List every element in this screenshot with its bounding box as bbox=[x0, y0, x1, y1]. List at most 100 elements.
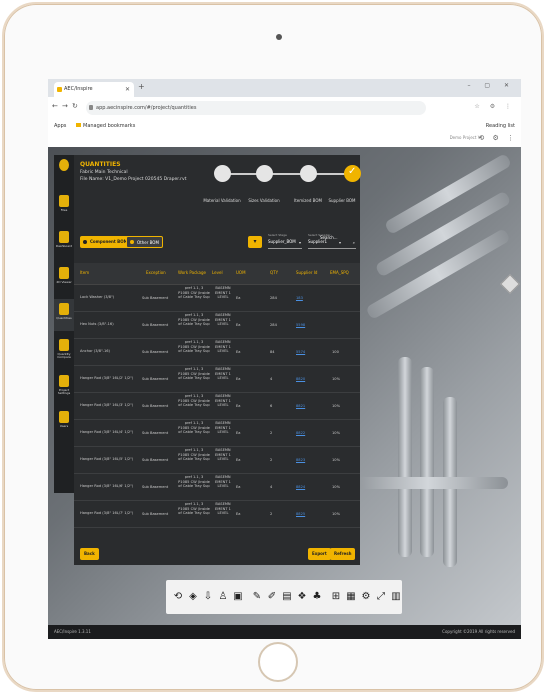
fullscreen-icon[interactable]: ⤢ bbox=[375, 590, 387, 604]
col-qty[interactable]: QTY bbox=[270, 270, 278, 275]
refresh-button[interactable]: Refresh bbox=[330, 548, 356, 560]
camera-icon[interactable]: ▣ bbox=[232, 590, 244, 604]
url-field[interactable]: app.aecinspire.com/#/project/quantities bbox=[86, 101, 426, 115]
cell-qty: 4 bbox=[270, 485, 273, 489]
cell-supplier[interactable]: 8821 bbox=[296, 404, 305, 409]
bookmark-apps[interactable]: Apps bbox=[54, 119, 66, 133]
col-work-package[interactable]: Work Package bbox=[178, 270, 206, 275]
cell-supplier[interactable]: 8824 bbox=[296, 485, 305, 490]
sidebar-item-quantity-compare[interactable]: Quantity Compare bbox=[54, 335, 74, 367]
walk-icon[interactable]: ⇩ bbox=[202, 590, 214, 604]
table-row[interactable]: Hanger Rod (3/8" 16L/7' 1/2") Sub Basemen… bbox=[74, 501, 360, 528]
cell-line: LEVEL bbox=[217, 322, 229, 326]
table-row[interactable]: Hanger Rod (3/8" 16L/6' 1/2") Sub Basemen… bbox=[74, 474, 360, 501]
step-supplier-bom[interactable] bbox=[344, 165, 361, 182]
cell-supplier[interactable]: 8822 bbox=[296, 431, 305, 436]
cell-supplier[interactable]: 5574 bbox=[296, 350, 305, 355]
cell-uom: Ea bbox=[236, 431, 241, 435]
forward-icon[interactable]: → bbox=[62, 102, 68, 110]
bookmark-managed[interactable]: Managed bookmarks bbox=[76, 119, 135, 133]
cell-item: Hex Nuts (3/8"-16) bbox=[80, 322, 114, 326]
sidebar-item-files[interactable]: Files bbox=[54, 191, 74, 223]
sidebar-item-dashboard[interactable]: Dashboard bbox=[54, 227, 74, 259]
cell-item: Hanger Rod (3/8" 16L/6' 1/2") bbox=[80, 484, 134, 488]
table-row[interactable]: Hex Nuts (3/8"-16) Sub Basement Ea 284 5598 p… bbox=[74, 312, 360, 339]
home-button[interactable] bbox=[258, 642, 298, 682]
cell-level: BASEMN EMENT 1 LEVEL bbox=[212, 475, 234, 489]
filter-icon[interactable]: ▾ bbox=[248, 236, 262, 248]
cell-exception: Sub Basement bbox=[142, 485, 169, 489]
tree-icon[interactable]: ♣ bbox=[311, 590, 323, 604]
cell-uom: Ea bbox=[236, 458, 241, 462]
section-icon[interactable]: ◈ bbox=[187, 590, 199, 604]
cell-supplier[interactable]: 8823 bbox=[296, 458, 305, 463]
export-button[interactable]: Export bbox=[308, 548, 331, 560]
new-tab-icon[interactable]: + bbox=[138, 82, 145, 91]
viewer-2d-icon bbox=[59, 267, 69, 279]
stage-select[interactable]: Select Stage Supplier_BOM ▾ bbox=[268, 233, 302, 249]
sidebar-item-quantities[interactable]: Quantities bbox=[54, 299, 74, 331]
layers-icon[interactable]: ❖ bbox=[296, 590, 308, 604]
cell-uom: Ea bbox=[236, 350, 241, 354]
view-cube[interactable] bbox=[500, 274, 520, 294]
settings-icon[interactable]: ⚙ bbox=[360, 590, 372, 604]
reading-list[interactable]: Reading list bbox=[486, 119, 515, 133]
cell-line: of Cable Tray Sup bbox=[178, 403, 210, 407]
col-ema-spq[interactable]: EMA_SPQ bbox=[330, 270, 349, 275]
close-tab-icon[interactable]: ✕ bbox=[125, 82, 130, 97]
sidebar-item-users[interactable]: Users bbox=[54, 407, 74, 439]
table-row[interactable]: Anchor (3/8"-16) Sub Basement Ea 84 5574 100 p… bbox=[74, 339, 360, 366]
sidebar-item-2d-viewer[interactable]: 2D Viewer bbox=[54, 263, 74, 295]
col-exception[interactable]: Exception bbox=[146, 270, 166, 275]
cell-line: LEVEL bbox=[217, 376, 229, 380]
col-supplier-id[interactable]: Supplier Id bbox=[296, 270, 317, 275]
browser-tab[interactable]: AEC/Inspire ✕ bbox=[54, 82, 134, 97]
viewer-toolbar: ⟲ ◈ ⇩ ♙ ▣ ✎ ✐ ▤ ❖ ♣ ⊞ ▦ ⚙ ⤢ ▥ bbox=[166, 580, 402, 614]
col-uom[interactable]: UOM bbox=[236, 270, 246, 275]
cell-supplier[interactable]: 5598 bbox=[296, 323, 305, 328]
col-level[interactable]: Level bbox=[212, 270, 223, 275]
step-itemized-bom[interactable] bbox=[300, 165, 317, 182]
cell-qty: 2 bbox=[270, 431, 273, 435]
pen-icon[interactable]: ✎ bbox=[251, 590, 263, 604]
header-icons[interactable]: ⟲ ⚙ ⋮ bbox=[478, 134, 517, 142]
back-icon[interactable]: ← bbox=[52, 102, 58, 110]
cell-supplier[interactable]: 8825 bbox=[296, 512, 305, 517]
cell-line: BASEMN bbox=[215, 475, 231, 479]
cell-uom: Ea bbox=[236, 323, 241, 327]
table-row[interactable]: Hanger Rod (3/8" 16L/5' 1/2") Sub Basemen… bbox=[74, 447, 360, 474]
reload-icon[interactable]: ↻ bbox=[72, 102, 78, 110]
cell-work-package: pref 1.1, 3 P1085 CW (Inside of Cable Tray… bbox=[172, 421, 216, 435]
cell-spq: 10% bbox=[332, 404, 340, 408]
table-row[interactable]: Hanger Rod (3/8" 16L/2' 1/2") Sub Basemen… bbox=[74, 366, 360, 393]
properties-icon[interactable]: ▦ bbox=[345, 590, 357, 604]
orbit-icon[interactable]: ⟲ bbox=[172, 590, 184, 604]
quantities-icon bbox=[59, 303, 69, 315]
cell-supplier[interactable]: 183 bbox=[296, 296, 303, 301]
cell-supplier[interactable]: 8820 bbox=[296, 377, 305, 382]
table-row[interactable]: Hanger Rod (3/8" 16L/4' 1/2") Sub Basemen… bbox=[74, 420, 360, 447]
table-row[interactable]: Hanger Rod (3/8" 16L/3' 1/2") Sub Basemen… bbox=[74, 393, 360, 420]
component-bom-tab[interactable]: Component BOM bbox=[80, 236, 131, 248]
extensions-icons[interactable]: ☆ ⚙ ⋮ bbox=[474, 103, 515, 110]
table-row[interactable]: Lock Washer (3/8") Sub Basement Ea 284 183 pr… bbox=[74, 285, 360, 312]
cell-exception: Sub Basement bbox=[142, 404, 169, 408]
cell-line: BASEMN bbox=[215, 313, 231, 317]
sidebar-item-project-settings[interactable]: Project Settings bbox=[54, 371, 74, 403]
person-icon[interactable]: ♙ bbox=[217, 590, 229, 604]
search-input[interactable]: Search... ⌕ bbox=[320, 233, 356, 249]
table-header: Item Exception Work Package Level UOM QT… bbox=[74, 263, 360, 285]
step-sizes-validation[interactable] bbox=[256, 165, 273, 182]
back-button[interactable]: Back bbox=[80, 548, 99, 560]
window-controls[interactable]: – ▢ ✕ bbox=[467, 82, 515, 89]
cell-line: BASEMN bbox=[215, 448, 231, 452]
cell-line: of Cable Tray Sup bbox=[178, 484, 210, 488]
more-icon[interactable]: ▥ bbox=[390, 590, 402, 604]
cell-uom: Ea bbox=[236, 296, 241, 300]
other-bom-tab[interactable]: Other BOM bbox=[126, 236, 163, 248]
folder-icon[interactable]: ▤ bbox=[281, 590, 293, 604]
step-material-validation[interactable] bbox=[214, 165, 231, 182]
hierarchy-icon[interactable]: ⊞ bbox=[330, 590, 342, 604]
markup-icon[interactable]: ✐ bbox=[266, 590, 278, 604]
col-item[interactable]: Item bbox=[80, 270, 89, 275]
